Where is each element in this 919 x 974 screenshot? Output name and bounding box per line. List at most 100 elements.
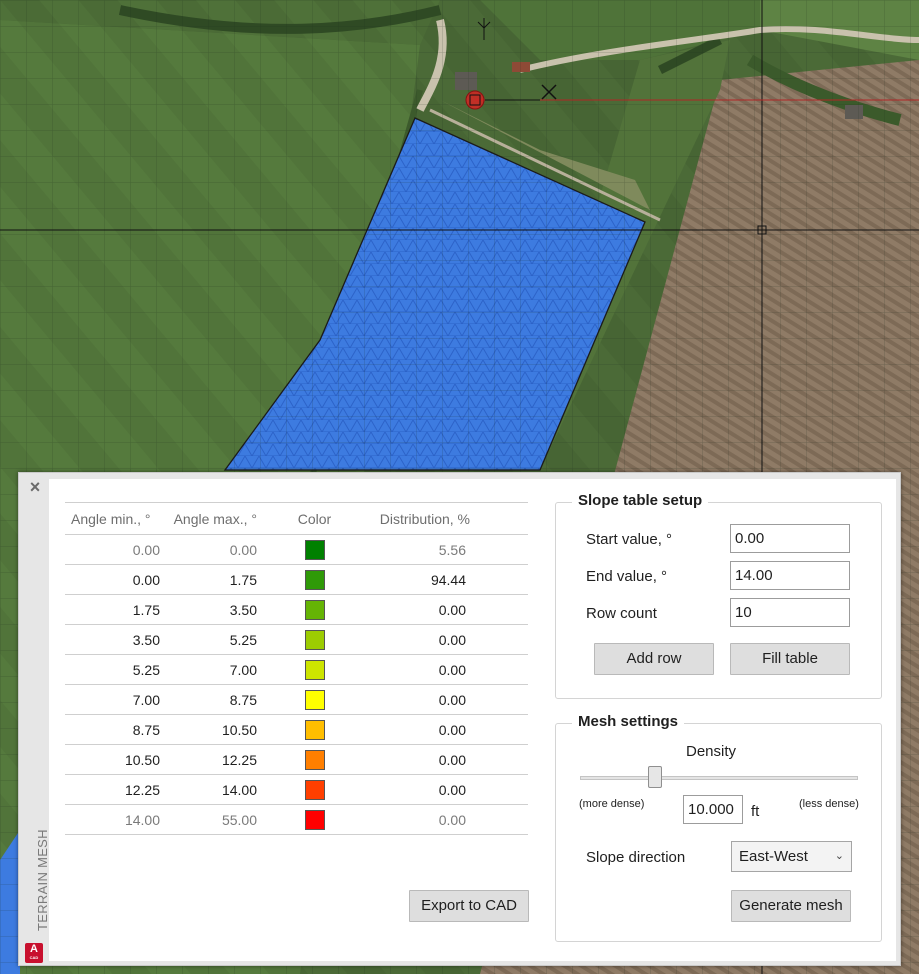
cell-angle-max[interactable]: 14.00 xyxy=(160,774,257,805)
color-swatch[interactable] xyxy=(304,719,325,740)
cell-distribution: 0.00 xyxy=(372,804,528,835)
cell-angle-min[interactable]: 7.00 xyxy=(65,684,160,715)
cell-angle-min[interactable]: 3.50 xyxy=(65,624,160,655)
cell-color[interactable] xyxy=(257,684,372,715)
cell-angle-max[interactable]: 1.75 xyxy=(160,564,257,595)
cell-angle-min[interactable]: 0.00 xyxy=(65,534,160,565)
cell-angle-min[interactable]: 8.75 xyxy=(65,714,160,745)
header-distribution[interactable]: Distribution, % xyxy=(372,502,528,535)
table-row[interactable]: 0.00 1.75 94.44 xyxy=(65,564,528,595)
mesh-settings-group: Mesh settings Density (more dense) 10.00… xyxy=(555,713,882,942)
palette-title-bar[interactable]: × TERRAIN MESH A CAD xyxy=(19,473,50,965)
table-row[interactable]: 0.00 0.00 5.56 xyxy=(65,534,528,565)
row-count-input[interactable]: 10 xyxy=(730,598,850,627)
cell-angle-max[interactable]: 5.25 xyxy=(160,624,257,655)
less-dense-label: (less dense) xyxy=(799,798,859,810)
cell-color[interactable] xyxy=(257,564,372,595)
cell-angle-min[interactable]: 12.25 xyxy=(65,774,160,805)
table-row[interactable]: 8.75 10.50 0.00 xyxy=(65,714,528,745)
table-header-row: Angle min., ° Angle max., ° Color Distri… xyxy=(65,502,528,535)
cell-angle-max[interactable]: 10.50 xyxy=(160,714,257,745)
color-swatch[interactable] xyxy=(304,659,325,680)
cell-color[interactable] xyxy=(257,744,372,775)
export-to-cad-button[interactable]: Export to CAD xyxy=(409,890,529,922)
cell-distribution: 5.56 xyxy=(372,534,528,565)
add-row-button[interactable]: Add row xyxy=(594,643,714,675)
color-swatch[interactable] xyxy=(304,779,325,800)
slope-table-setup-group: Slope table setup Start value, ° 0.00 En… xyxy=(555,492,882,699)
close-icon[interactable]: × xyxy=(26,478,44,496)
cell-color[interactable] xyxy=(257,594,372,625)
end-value-input[interactable]: 14.00 xyxy=(730,561,850,590)
end-value-label: End value, ° xyxy=(586,568,668,585)
table-row[interactable]: 10.50 12.25 0.00 xyxy=(65,744,528,775)
cell-angle-max[interactable]: 7.00 xyxy=(160,654,257,685)
cell-angle-max[interactable]: 0.00 xyxy=(160,534,257,565)
color-swatch[interactable] xyxy=(304,599,325,620)
mesh-settings-title: Mesh settings xyxy=(572,713,685,730)
density-slider-thumb[interactable] xyxy=(648,766,663,788)
cell-color[interactable] xyxy=(257,654,372,685)
density-slider-track[interactable] xyxy=(580,776,858,780)
cell-distribution: 0.00 xyxy=(372,774,528,805)
table-row[interactable]: 3.50 5.25 0.00 xyxy=(65,624,528,655)
header-angle-max[interactable]: Angle max., ° xyxy=(160,502,257,535)
density-value-input[interactable]: 10.000 xyxy=(683,795,743,824)
color-swatch[interactable] xyxy=(304,539,325,560)
palette-content: Angle min., ° Angle max., ° Color Distri… xyxy=(49,479,896,961)
app-logo-sub: CAD xyxy=(29,955,39,960)
cell-angle-max[interactable]: 55.00 xyxy=(160,804,257,835)
cell-angle-min[interactable]: 14.00 xyxy=(65,804,160,835)
density-label: Density xyxy=(686,743,737,760)
cell-angle-max[interactable]: 8.75 xyxy=(160,684,257,715)
row-count-label: Row count xyxy=(586,605,657,622)
color-swatch[interactable] xyxy=(304,809,325,830)
cell-distribution: 0.00 xyxy=(372,744,528,775)
table-row[interactable]: 12.25 14.00 0.00 xyxy=(65,774,528,805)
cell-angle-max[interactable]: 12.25 xyxy=(160,744,257,775)
cell-angle-min[interactable]: 1.75 xyxy=(65,594,160,625)
header-angle-min[interactable]: Angle min., ° xyxy=(65,502,160,535)
cell-distribution: 94.44 xyxy=(372,564,528,595)
start-value-input[interactable]: 0.00 xyxy=(730,524,850,553)
cell-distribution: 0.00 xyxy=(372,624,528,655)
cell-angle-min[interactable]: 5.25 xyxy=(65,654,160,685)
table-row[interactable]: 7.00 8.75 0.00 xyxy=(65,684,528,715)
cell-color[interactable] xyxy=(257,624,372,655)
slope-table-body: 0.00 0.00 5.56 0.00 1.75 94.44 1.75 3.50 0.00 3.5… xyxy=(65,534,528,835)
cell-angle-min[interactable]: 0.00 xyxy=(65,564,160,595)
cell-color[interactable] xyxy=(257,714,372,745)
cell-distribution: 0.00 xyxy=(372,654,528,685)
color-swatch[interactable] xyxy=(304,629,325,650)
cell-angle-max[interactable]: 3.50 xyxy=(160,594,257,625)
header-color[interactable]: Color xyxy=(257,502,372,535)
start-value-label: Start value, ° xyxy=(586,531,673,548)
color-swatch[interactable] xyxy=(304,749,325,770)
slope-direction-select[interactable]: East-West ⌄ xyxy=(731,841,852,872)
app-logo-letter: A xyxy=(30,943,38,955)
cell-distribution: 0.00 xyxy=(372,714,528,745)
more-dense-label: (more dense) xyxy=(579,798,645,810)
slope-direction-label: Slope direction xyxy=(586,849,686,866)
table-row[interactable]: 5.25 7.00 0.00 xyxy=(65,654,528,685)
color-swatch[interactable] xyxy=(304,569,325,590)
table-row[interactable]: 1.75 3.50 0.00 xyxy=(65,594,528,625)
color-swatch[interactable] xyxy=(304,689,325,710)
terrain-mesh-palette: × TERRAIN MESH A CAD Angle min., ° Angle… xyxy=(18,472,901,966)
cell-distribution: 0.00 xyxy=(372,594,528,625)
cell-angle-min[interactable]: 10.50 xyxy=(65,744,160,775)
slope-direction-value: East-West xyxy=(739,848,808,865)
slope-setup-title: Slope table setup xyxy=(572,492,709,509)
cell-distribution: 0.00 xyxy=(372,684,528,715)
generate-mesh-button[interactable]: Generate mesh xyxy=(731,890,851,922)
density-unit: ft xyxy=(751,803,760,820)
cell-color[interactable] xyxy=(257,534,372,565)
chevron-down-icon: ⌄ xyxy=(834,850,844,862)
table-row[interactable]: 14.00 55.00 0.00 xyxy=(65,804,528,835)
slope-table: Angle min., ° Angle max., ° Color Distri… xyxy=(65,502,528,835)
cell-color[interactable] xyxy=(257,804,372,835)
app-logo-icon: A CAD xyxy=(25,943,43,963)
fill-table-button[interactable]: Fill table xyxy=(730,643,850,675)
palette-title: TERRAIN MESH xyxy=(35,829,50,931)
cell-color[interactable] xyxy=(257,774,372,805)
